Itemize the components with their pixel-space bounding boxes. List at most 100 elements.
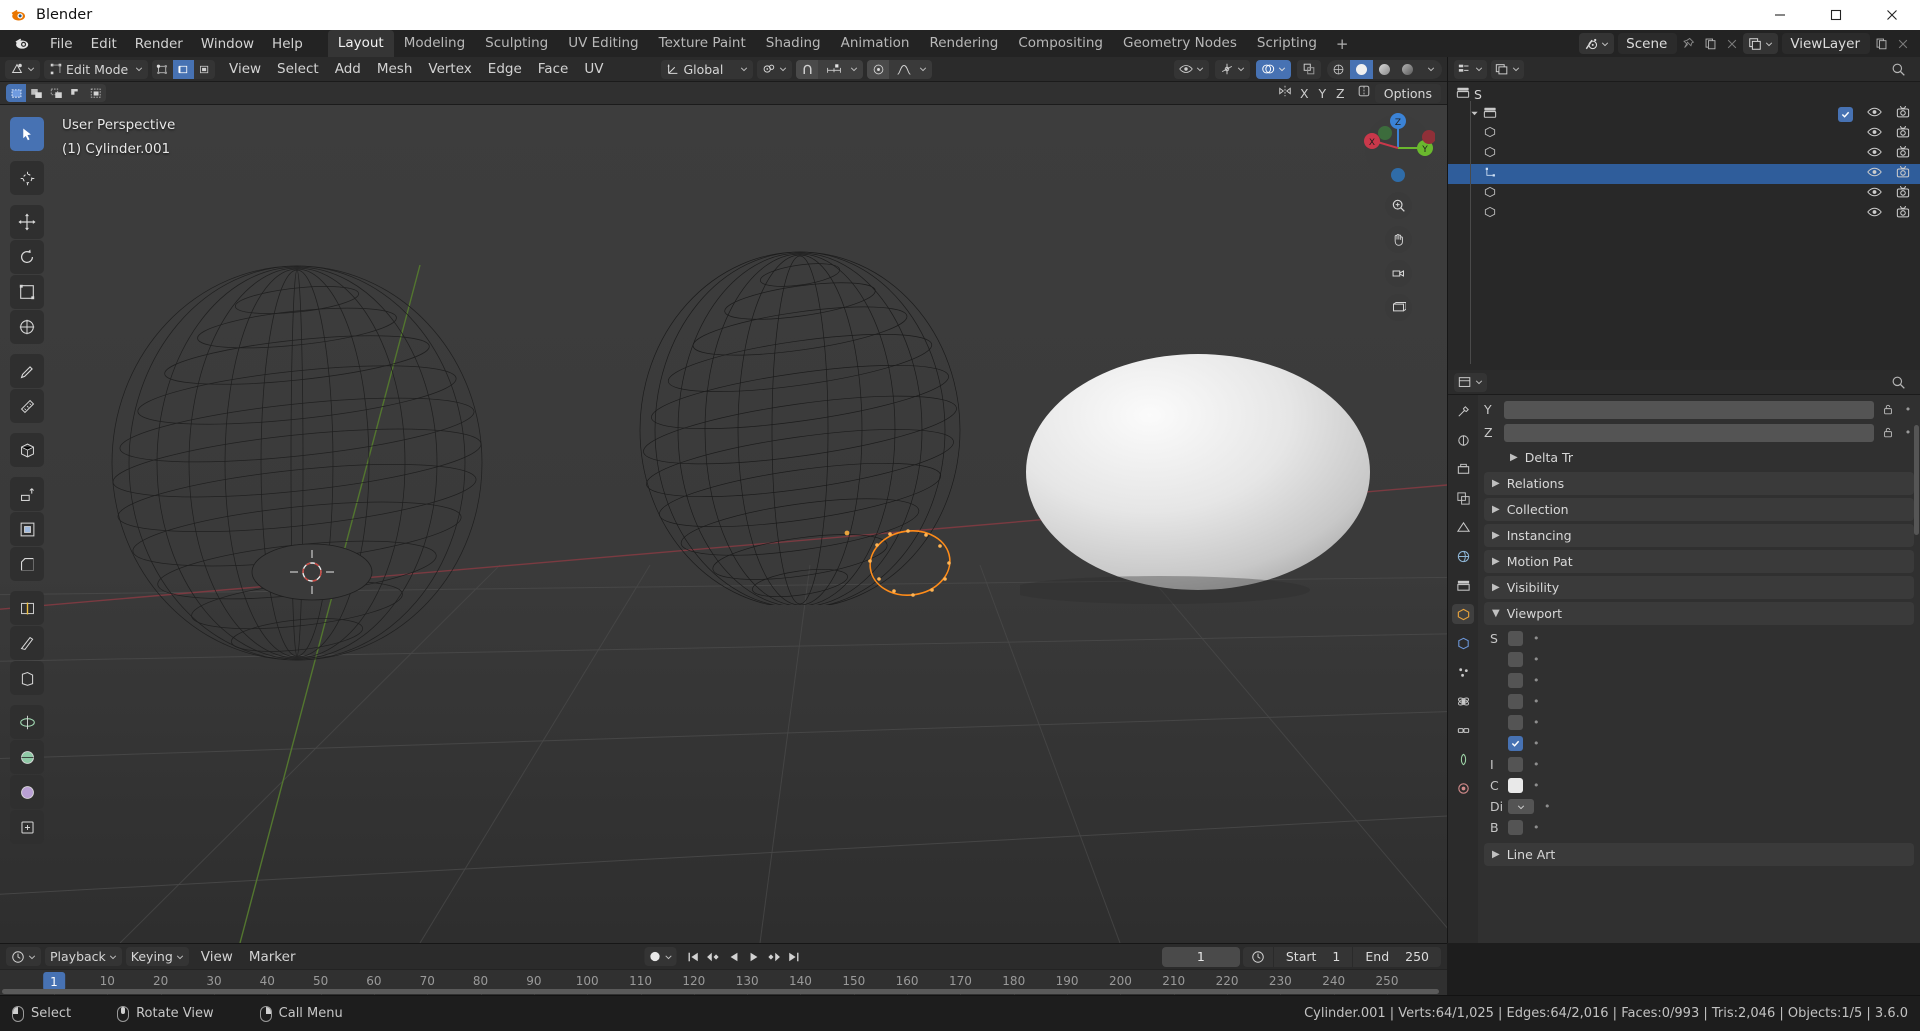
falloff-curve-icon[interactable] (892, 60, 916, 79)
viewport-options-dropdown[interactable]: Options (1374, 83, 1441, 103)
eye-icon[interactable] (1867, 106, 1882, 118)
viewport-menu-face[interactable]: Face (530, 59, 577, 79)
outliner-editor-type-dropdown[interactable] (1454, 59, 1487, 79)
tool-measure[interactable] (10, 389, 44, 423)
properties-tab-object[interactable] (1452, 604, 1474, 624)
workspace-tab-rendering[interactable]: Rendering (919, 30, 1008, 57)
tool-knife[interactable] (10, 626, 44, 660)
outliner-row[interactable] (1448, 122, 1920, 144)
shading-rendered-icon[interactable] (1396, 60, 1419, 79)
mesh-object-middle[interactable] (620, 245, 1020, 605)
timeline-playback-dropdown[interactable]: Playback (45, 947, 122, 966)
animate-dot[interactable]: • (1533, 737, 1540, 750)
animate-dot[interactable]: • (1544, 800, 1551, 813)
mesh-object-left[interactable] (90, 260, 560, 720)
workspace-tab-scripting[interactable]: Scripting (1247, 30, 1327, 57)
tool-move[interactable] (10, 205, 44, 239)
disclosure-triangle-icon[interactable] (1470, 107, 1479, 122)
viewport-display-dropdown[interactable] (1508, 799, 1534, 814)
eye-icon[interactable] (1867, 186, 1882, 198)
transform-orientation-dropdown[interactable]: Global (661, 59, 754, 79)
viewport-menu-view[interactable]: View (221, 59, 269, 79)
properties-tab-physics[interactable] (1452, 691, 1474, 711)
properties-tab-material[interactable] (1452, 778, 1474, 798)
outliner-search-field[interactable] (1891, 62, 1914, 77)
viewport-display-field[interactable] (1508, 757, 1523, 772)
eye-icon[interactable] (1867, 126, 1882, 138)
tool-scale[interactable] (10, 275, 44, 309)
disable-in-render-icon[interactable] (1896, 202, 1910, 223)
properties-tab-output[interactable] (1452, 459, 1474, 479)
workspace-tab-compositing[interactable]: Compositing (1008, 30, 1113, 57)
jump-to-next-keyframe-icon[interactable] (764, 947, 783, 966)
play-reverse-icon[interactable] (724, 947, 743, 966)
viewport-menu-mesh[interactable]: Mesh (369, 59, 421, 79)
properties-tab-particles[interactable] (1452, 662, 1474, 682)
minimize-button[interactable] (1752, 0, 1808, 30)
viewport-display-field[interactable] (1508, 694, 1523, 709)
new-view-layer-icon[interactable] (1870, 33, 1892, 54)
timeline-menu-marker[interactable]: Marker (241, 947, 304, 967)
proportional-edit-icon[interactable] (867, 59, 890, 79)
camera-icon[interactable] (1896, 122, 1910, 139)
remove-view-layer-icon[interactable] (1892, 33, 1914, 54)
workspace-tab-shading[interactable]: Shading (756, 30, 831, 57)
outliner-row[interactable] (1448, 142, 1920, 164)
play-icon[interactable] (744, 947, 763, 966)
viewport-menu-uv[interactable]: UV (576, 59, 611, 79)
disable-in-render-icon[interactable] (1896, 122, 1910, 143)
chevron-down-icon[interactable] (919, 65, 927, 73)
outliner-row[interactable] (1448, 102, 1920, 124)
animate-dot-z[interactable]: • (1902, 426, 1914, 439)
camera-icon[interactable] (1896, 182, 1910, 199)
tool-shrink-fatten[interactable] (10, 810, 44, 844)
outliner-row[interactable]: S (1448, 84, 1920, 104)
viewport-menu-add[interactable]: Add (327, 59, 369, 79)
menu-file[interactable]: File (41, 33, 82, 55)
timeline-menu-view[interactable]: View (193, 947, 241, 967)
properties-tab-world[interactable] (1452, 546, 1474, 566)
close-button[interactable] (1864, 0, 1920, 30)
end-frame-field[interactable]: End 250 (1353, 947, 1441, 967)
mirror-icon[interactable] (1278, 84, 1292, 102)
hide-in-viewport-icon[interactable] (1867, 186, 1882, 202)
tool-tweak-select-box[interactable] (10, 117, 44, 151)
view-layer-browse-dropdown[interactable] (1743, 33, 1779, 54)
shading-material-preview-icon[interactable] (1373, 60, 1396, 79)
tool-bevel[interactable] (10, 547, 44, 581)
viewport-display-checkbox[interactable] (1508, 736, 1523, 751)
tool-add-cube[interactable] (10, 433, 44, 467)
workspace-tab-sculpting[interactable]: Sculpting (475, 30, 558, 57)
workspace-tab-animation[interactable]: Animation (831, 30, 920, 57)
tool-extrude-region[interactable] (10, 477, 44, 511)
interaction-mode-dropdown[interactable]: Edit Mode (44, 59, 148, 79)
add-workspace-button[interactable]: + (1327, 32, 1358, 56)
3d-viewport[interactable]: User Perspective (1) Cylinder.001 Z Y X (0, 105, 1447, 943)
hide-in-viewport-icon[interactable] (1867, 146, 1882, 162)
animate-dot[interactable]: • (1533, 653, 1540, 666)
outliner-row[interactable] (1448, 182, 1920, 204)
viewport-menu-select[interactable]: Select (269, 59, 327, 79)
pan-hand-icon[interactable] (1384, 226, 1412, 253)
camera-icon[interactable] (1896, 102, 1910, 119)
face-select-mode-icon[interactable] (194, 60, 215, 79)
jump-to-prev-keyframe-icon[interactable] (704, 947, 723, 966)
properties-tab-tool[interactable] (1452, 401, 1474, 421)
viewport-display-field[interactable] (1508, 673, 1523, 688)
viewport-display-field[interactable] (1508, 631, 1523, 646)
properties-search-field[interactable] (1891, 375, 1914, 390)
lock-icon[interactable] (1878, 424, 1898, 442)
zoom-icon[interactable] (1384, 192, 1412, 219)
select-intersect-icon[interactable] (86, 84, 106, 102)
scene-browse-dropdown[interactable] (1579, 33, 1615, 54)
viewport-menu-vertex[interactable]: Vertex (420, 59, 479, 79)
menu-help[interactable]: Help (263, 33, 312, 55)
outliner-display-mode-dropdown[interactable] (1491, 59, 1524, 79)
editor-type-dropdown[interactable] (5, 59, 40, 79)
checkbox-icon[interactable] (1838, 106, 1853, 122)
properties-tab-collection[interactable] (1452, 575, 1474, 595)
panel-relations[interactable]: ▶ Relations (1484, 472, 1914, 495)
mirror-axis-z[interactable]: Z (1332, 86, 1349, 101)
disable-in-render-icon[interactable] (1896, 182, 1910, 203)
viewport-display-color-swatch[interactable] (1508, 778, 1523, 793)
